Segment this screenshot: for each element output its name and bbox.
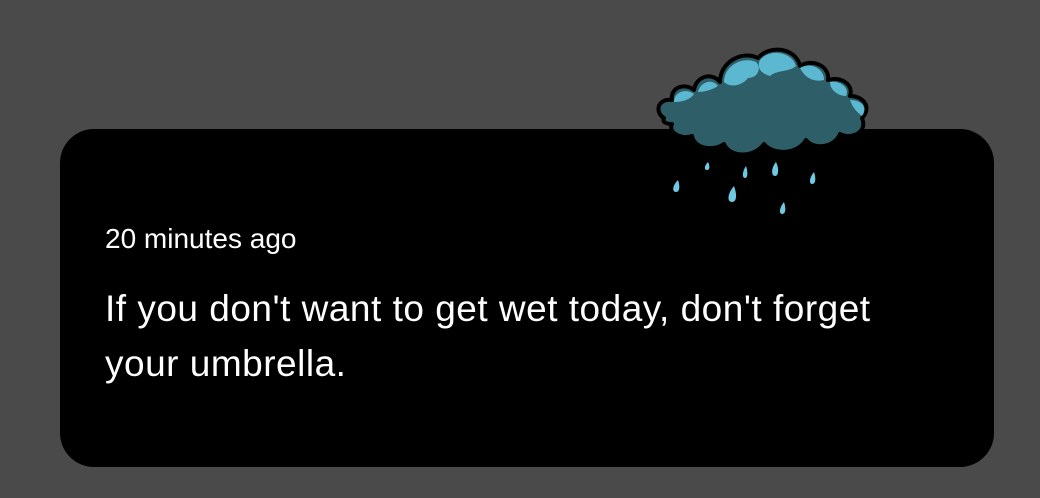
notification-message: If you don't want to get wet today, don'…	[105, 288, 871, 384]
notification-timestamp: 20 minutes ago	[105, 223, 297, 254]
notification-screen: 20 minutes ago If you don't want to get …	[0, 0, 1040, 498]
rain-cloud-icon	[656, 47, 869, 214]
